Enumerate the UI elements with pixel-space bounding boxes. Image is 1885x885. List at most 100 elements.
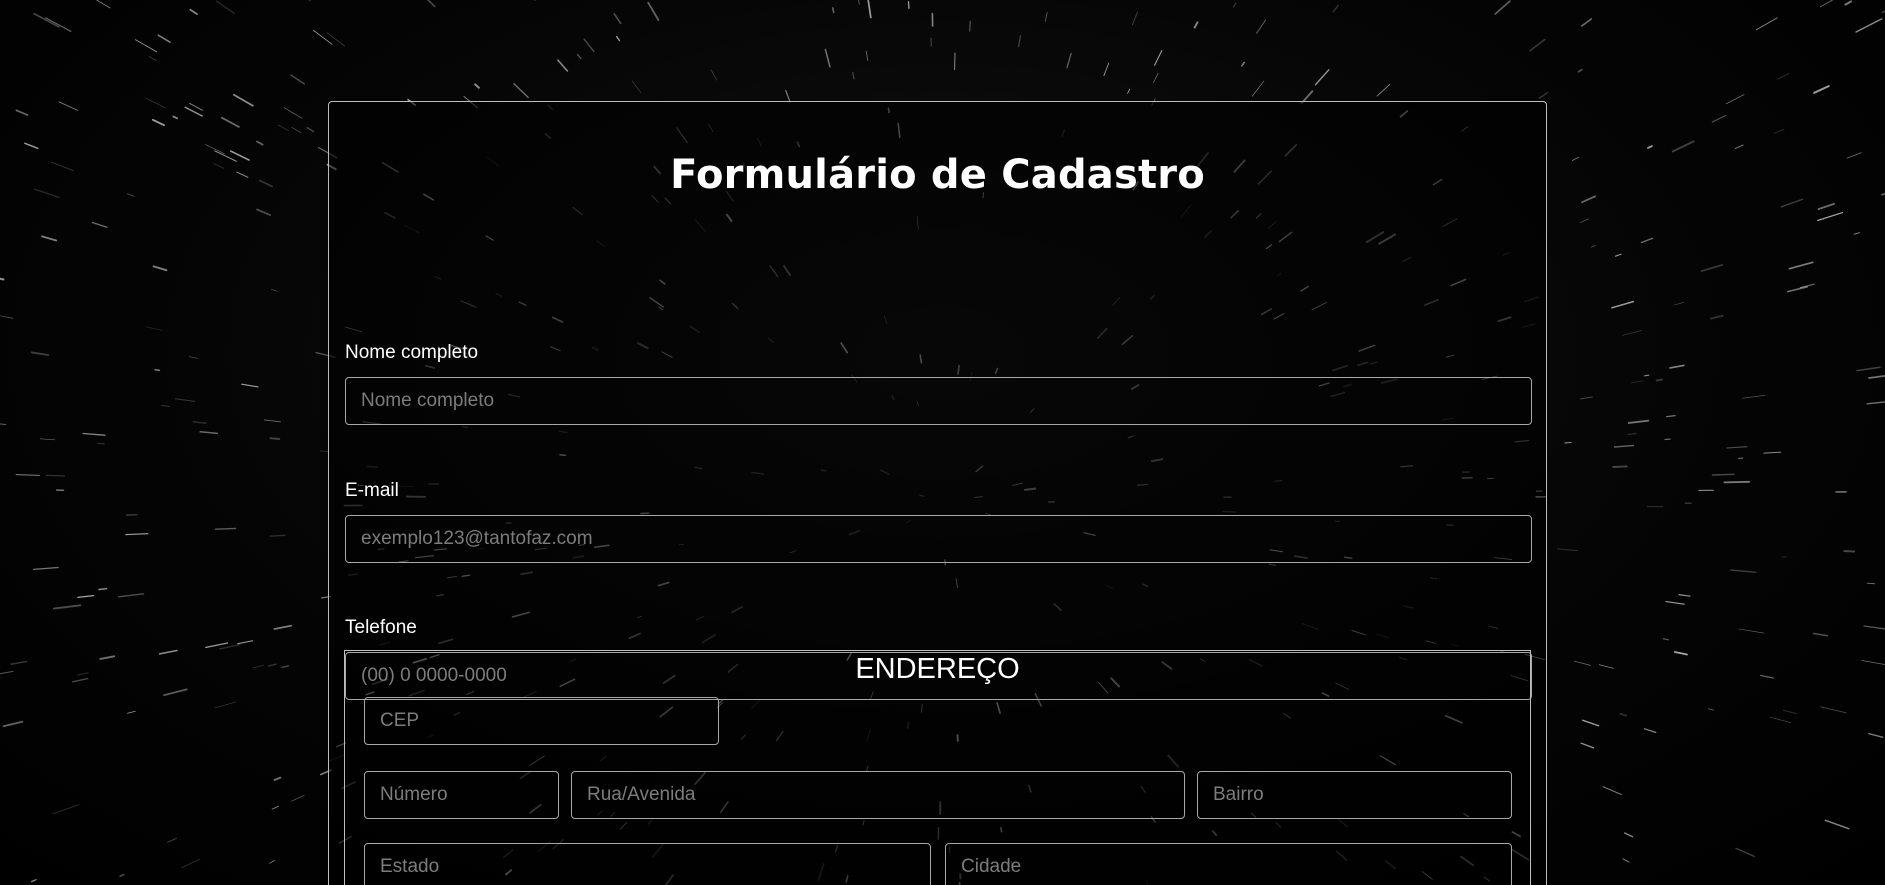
star-streak	[52, 604, 82, 610]
star-streak	[1623, 832, 1634, 838]
star-streak	[91, 221, 108, 228]
number-input[interactable]	[364, 771, 559, 819]
star-streak	[1590, 245, 1596, 248]
star-streak	[214, 527, 237, 530]
star-streak	[1153, 72, 1159, 83]
star-streak	[647, 1, 660, 21]
name-label: Nome completo	[345, 342, 479, 363]
star-streak	[127, 710, 136, 714]
district-input[interactable]	[1197, 771, 1512, 819]
street-input[interactable]	[571, 771, 1185, 819]
page: Formulário de Cadastro Nome completo E-m…	[0, 0, 1885, 885]
star-streak	[1773, 128, 1785, 134]
star-streak	[1846, 152, 1862, 159]
star-streak	[968, 20, 972, 32]
star-streak	[953, 52, 956, 71]
cep-input[interactable]	[364, 697, 719, 745]
star-streak	[1611, 300, 1635, 309]
star-streak	[1066, 52, 1072, 69]
star-streak	[1556, 548, 1579, 552]
name-input[interactable]	[345, 377, 1532, 425]
star-streak	[1735, 847, 1755, 858]
star-streak	[1734, 144, 1744, 149]
star-streak	[1780, 198, 1804, 208]
star-streak	[291, 126, 302, 134]
star-streak	[232, 93, 254, 107]
star-streak	[1582, 719, 1600, 727]
star-streak	[824, 48, 831, 68]
star-streak	[1622, 858, 1630, 863]
star-streak	[229, 150, 250, 161]
star-streak	[1812, 632, 1829, 637]
star-streak	[220, 116, 240, 128]
star-streak	[267, 663, 277, 667]
star-streak	[1612, 465, 1628, 468]
star-streak	[10, 660, 28, 666]
star-streak	[152, 265, 168, 272]
star-streak	[426, 0, 436, 8]
star-streak	[306, 127, 315, 133]
star-streak	[1598, 664, 1614, 669]
star-streak	[1602, 786, 1622, 796]
star-streak	[161, 405, 170, 407]
star-streak	[273, 776, 282, 781]
star-streak	[125, 533, 149, 536]
star-streak	[33, 566, 59, 571]
star-streak	[1256, 19, 1267, 34]
star-streak	[1529, 38, 1546, 52]
star-streak	[1853, 232, 1860, 235]
star-streak	[71, 677, 89, 683]
star-streak	[151, 118, 165, 127]
star-streak	[1820, 706, 1847, 714]
star-streak	[1564, 441, 1572, 444]
star-streak	[145, 98, 166, 109]
star-streak	[1580, 742, 1595, 749]
star-streak	[831, 7, 835, 14]
star-streak	[1738, 628, 1765, 634]
star-streak	[271, 805, 279, 810]
star-streak	[77, 594, 95, 599]
star-streak	[1678, 594, 1691, 597]
star-streak	[269, 534, 286, 537]
star-streak	[263, 419, 281, 423]
star-streak	[97, 442, 105, 445]
star-streak	[188, 356, 198, 359]
star-streak	[1631, 380, 1644, 384]
star-streak	[1621, 330, 1642, 336]
star-streak	[1241, 61, 1246, 67]
star-streak	[0, 670, 14, 675]
star-streak	[269, 860, 275, 864]
star-streak	[1574, 660, 1591, 666]
star-streak	[126, 193, 135, 197]
star-streak	[236, 171, 249, 178]
address-legend: ENDEREÇO	[855, 653, 1020, 685]
star-streak	[1579, 396, 1593, 400]
star-streak	[99, 655, 116, 660]
star-streak	[1132, 11, 1138, 26]
star-streak	[1817, 212, 1844, 222]
city-input[interactable]	[945, 843, 1512, 885]
star-streak	[1017, 35, 1022, 48]
star-streak	[134, 39, 158, 53]
star-streak	[1627, 433, 1637, 435]
star-streak	[77, 672, 89, 676]
star-streak	[192, 420, 207, 424]
star-streak	[1813, 85, 1830, 94]
star-streak	[189, 102, 204, 111]
star-streak	[1843, 550, 1856, 553]
state-input[interactable]	[364, 843, 931, 885]
star-streak	[277, 124, 290, 132]
email-input[interactable]	[345, 515, 1532, 563]
star-streak	[41, 235, 58, 242]
star-streak	[1866, 401, 1885, 405]
star-streak	[557, 59, 569, 72]
star-streak	[283, 107, 303, 119]
star-streak	[1580, 218, 1590, 223]
star-streak	[1314, 69, 1330, 86]
star-streak	[613, 13, 622, 25]
star-streak	[290, 74, 306, 85]
star-streak	[1729, 569, 1757, 573]
star-streak	[1613, 444, 1635, 448]
star-streak	[577, 53, 582, 60]
star-streak	[1154, 50, 1163, 66]
